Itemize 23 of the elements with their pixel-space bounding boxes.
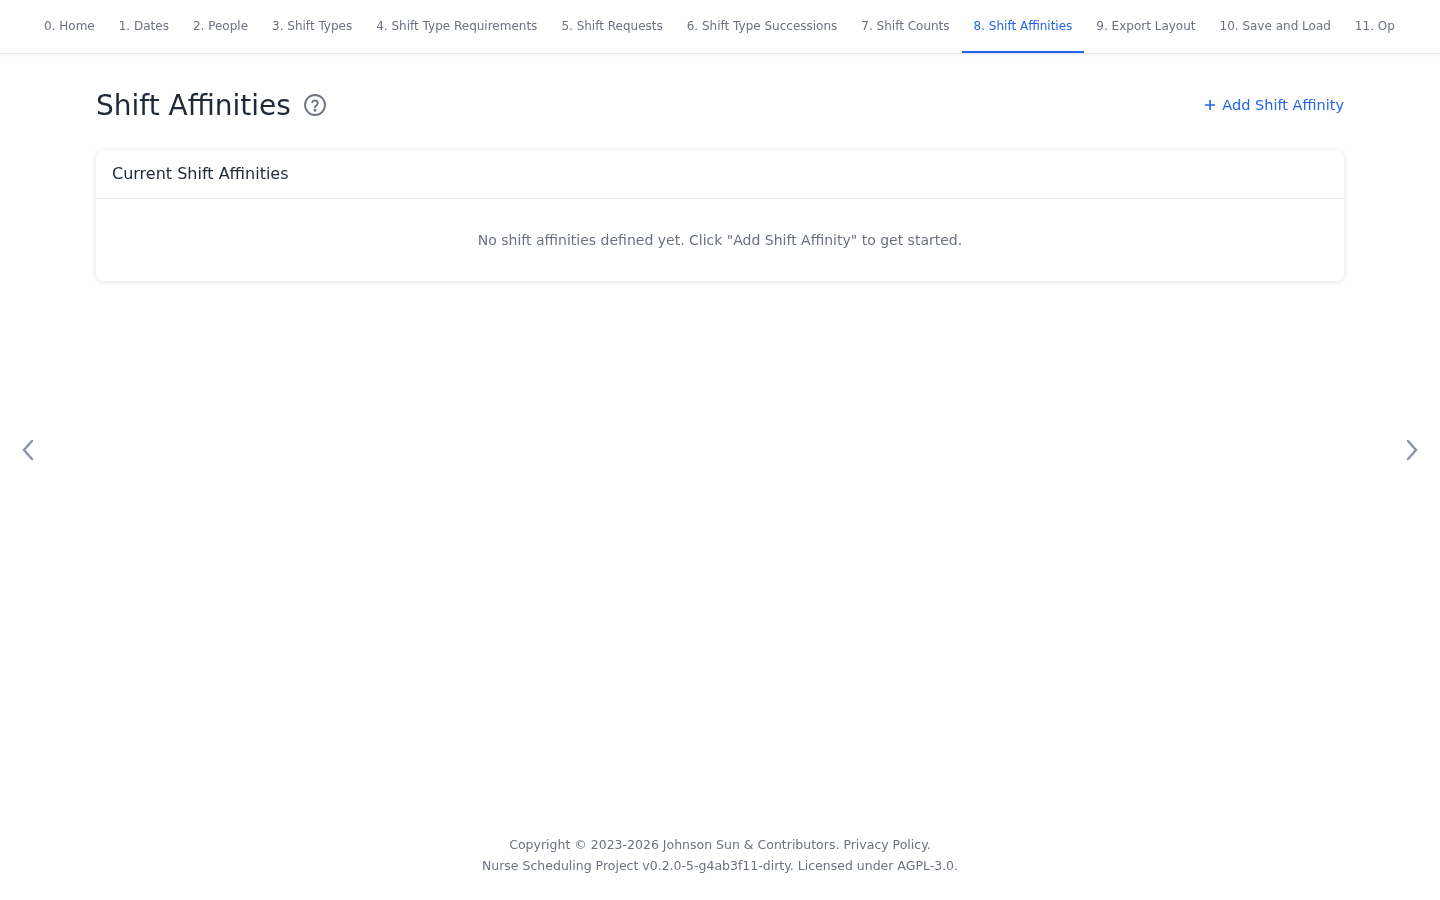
- nav-tab[interactable]: 10. Save and Load: [1207, 0, 1343, 53]
- nav-tab[interactable]: 4. Shift Type Requirements: [364, 0, 550, 53]
- page-title: Shift Affinities: [96, 88, 291, 122]
- nav-tab[interactable]: 0. Home: [32, 0, 107, 53]
- chevron-left-icon: [21, 438, 35, 462]
- nav-tab[interactable]: 9. Export Layout: [1084, 0, 1208, 53]
- card-title: Current Shift Affinities: [112, 163, 290, 185]
- nav-tab[interactable]: 1. Dates: [106, 0, 181, 53]
- privacy-policy-link[interactable]: Privacy Policy.: [843, 834, 931, 855]
- nav-tab[interactable]: 3. Shift Types: [260, 0, 365, 53]
- add-shift-affinity-button[interactable]: Add Shift Affinity: [1204, 97, 1344, 113]
- nav-tab[interactable]: 6. Shift Type Successions: [674, 0, 850, 53]
- nav-tab[interactable]: 2. People: [180, 0, 261, 53]
- nav-tab[interactable]: 11. Op: [1342, 0, 1407, 53]
- copyright-text: Copyright © 2023-2026 Johnson Sun & Contributors.: [509, 836, 840, 854]
- nav-tab[interactable]: 7. Shift Counts: [849, 0, 962, 53]
- empty-message: No shift affinities defined yet. Click "Add Shift Affinity" to get started.: [476, 231, 964, 250]
- help-icon[interactable]: [302, 93, 327, 117]
- nav-tab[interactable]: 8. Shift Affinities: [961, 0, 1085, 53]
- nav-tab[interactable]: 5. Shift Requests: [549, 0, 675, 53]
- license-text: Nurse Scheduling Project v0.2.0-5-g4ab3f11-dirty. Licensed under AGPL-3.0.: [481, 857, 959, 875]
- chevron-right-icon: [1405, 438, 1419, 462]
- plus-icon: [1204, 99, 1217, 111]
